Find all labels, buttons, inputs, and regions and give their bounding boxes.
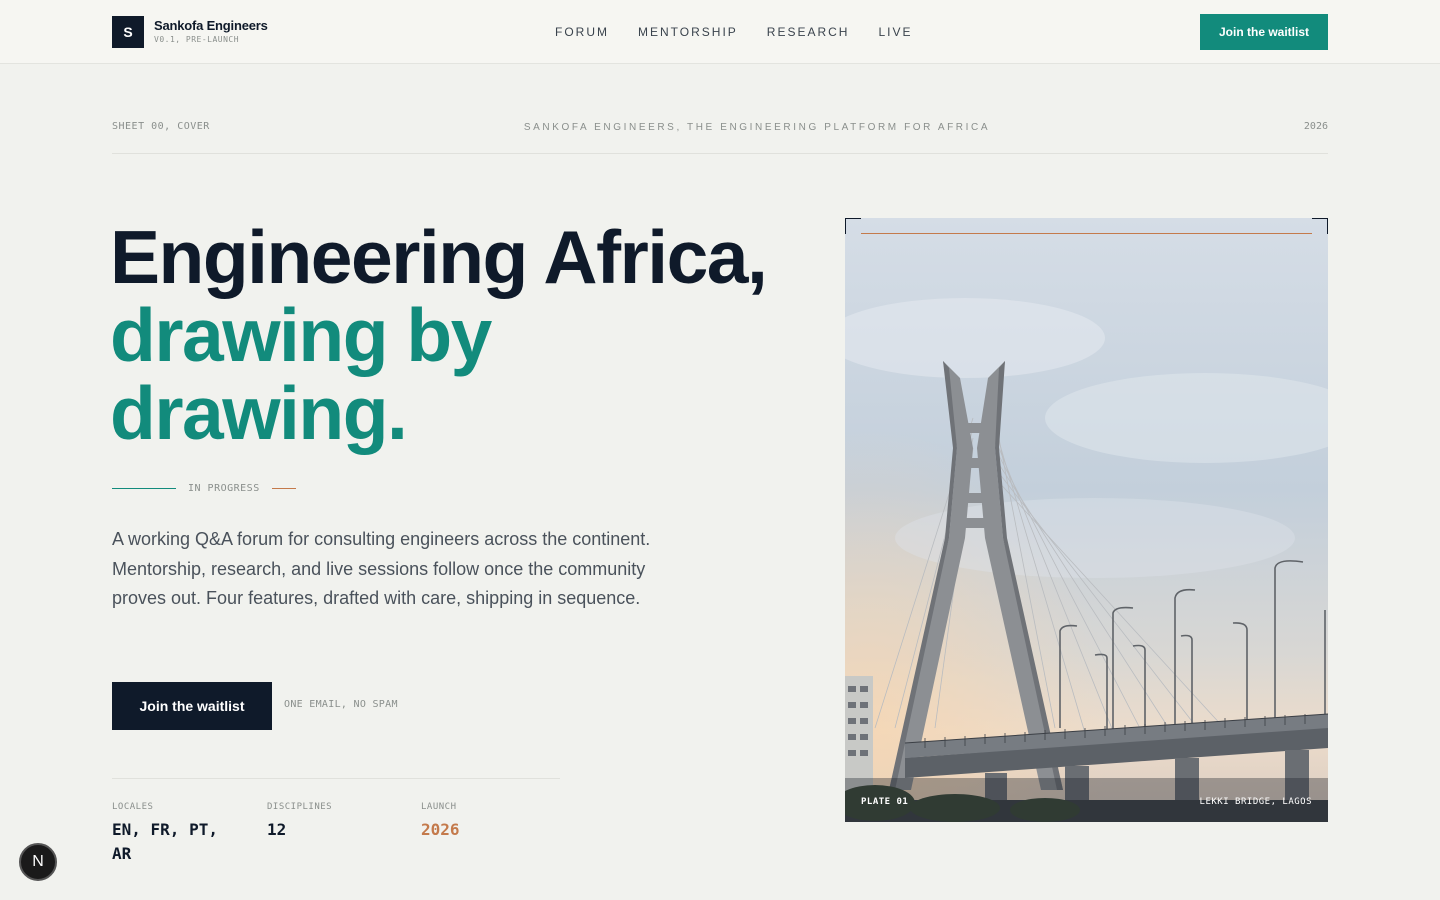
headline-line-1: Engineering Africa, (110, 215, 768, 299)
main-nav: FORUM MENTORSHIP RESEARCH LIVE (555, 24, 942, 40)
version-label: V0.1, PRE-LAUNCH (154, 35, 240, 44)
brand-name: Sankofa Engineers (154, 18, 268, 33)
stat-value: 2026 (421, 820, 460, 839)
year-label: 2026 (1303, 121, 1328, 132)
photo-caption: LEKKI BRIDGE, LAGOS (1199, 797, 1312, 807)
cta-note: ONE EMAIL, NO SPAM (284, 699, 398, 710)
dev-tools-badge[interactable]: N (19, 843, 57, 881)
stat-locales: LOCALES EN, FR, PT, AR (112, 802, 242, 866)
hero-headline: Engineering Africa, drawing by drawing. (110, 215, 768, 455)
status-label: IN PROGRESS (188, 483, 260, 494)
stats-divider (112, 778, 560, 779)
nav-live[interactable]: LIVE (878, 24, 912, 40)
headline-line-2: drawing by (110, 293, 492, 377)
tagline: SANKOFA ENGINEERS, THE ENGINEERING PLATF… (523, 122, 991, 133)
brand[interactable]: S Sankofa Engineers V0.1, PRE-LAUNCH (112, 16, 268, 48)
stat-value: 12 (267, 820, 287, 839)
site-header: S Sankofa Engineers V0.1, PRE-LAUNCH FOR… (0, 0, 1440, 64)
stat-label: LAUNCH (421, 802, 457, 812)
divider (112, 153, 1328, 154)
status-indicator: IN PROGRESS (112, 483, 296, 494)
nav-forum[interactable]: FORUM (555, 24, 609, 40)
stat-label: LOCALES (112, 802, 154, 812)
nav-mentorship[interactable]: MENTORSHIP (638, 24, 738, 40)
status-rule-right (271, 488, 296, 489)
stat-disciplines: DISCIPLINES 12 (267, 802, 397, 842)
status-rule-left (112, 488, 176, 489)
hero-description: A working Q&A forum for consulting engin… (112, 529, 651, 608)
frame-corner-tl (845, 218, 861, 234)
headline-line-3: drawing. (110, 371, 408, 455)
logo-mark: S (112, 16, 144, 48)
frame-corner-tr (1312, 218, 1328, 234)
plate-label: PLATE 01 (861, 797, 909, 807)
stat-value: EN, FR, PT, AR (112, 820, 218, 863)
bridge-photo (845, 218, 1328, 822)
nav-research[interactable]: RESEARCH (767, 24, 850, 40)
stat-label: DISCIPLINES (267, 802, 333, 812)
stat-launch: LAUNCH 2026 (421, 802, 551, 842)
figure-rule (861, 233, 1312, 234)
header-waitlist-button[interactable]: Join the waitlist (1200, 14, 1328, 50)
hero-waitlist-button[interactable]: Join the waitlist (112, 682, 272, 730)
